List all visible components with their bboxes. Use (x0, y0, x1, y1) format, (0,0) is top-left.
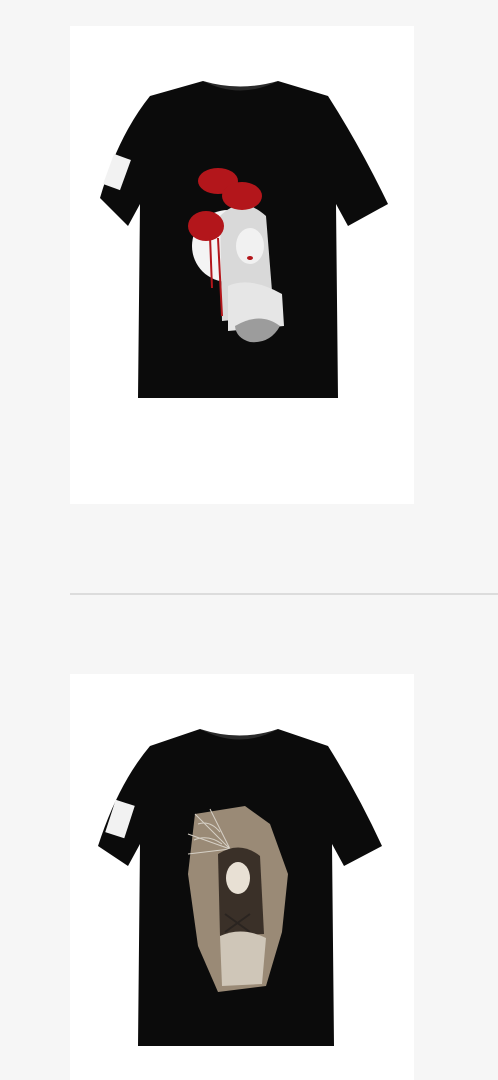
product-card[interactable] (70, 674, 414, 1080)
product-image-poppy-tshirt[interactable] (70, 26, 414, 504)
product-image-spiderweb-tshirt[interactable] (70, 674, 414, 1080)
portrait-body (220, 931, 266, 986)
product-list (0, 0, 498, 1080)
portrait-face (226, 862, 250, 894)
product-card[interactable] (70, 26, 414, 504)
list-divider (70, 593, 498, 595)
